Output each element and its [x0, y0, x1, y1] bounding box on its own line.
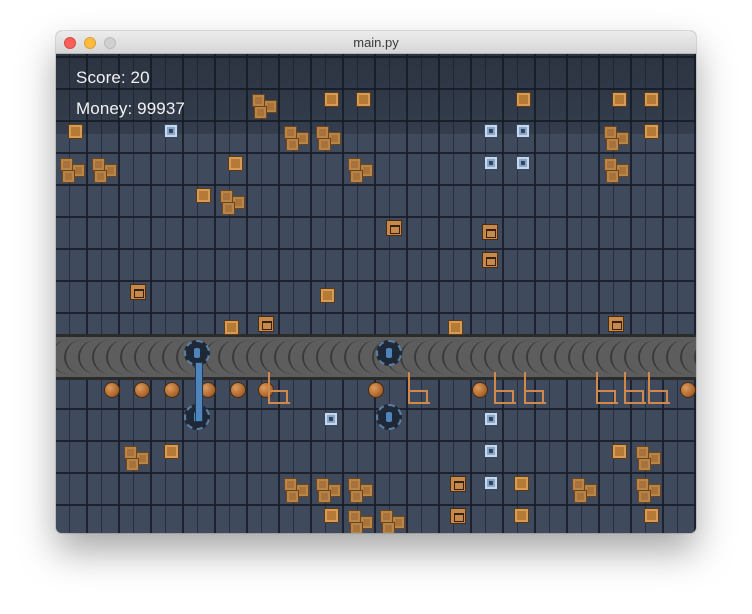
vault-icon — [484, 124, 498, 138]
crate-icon — [516, 92, 531, 107]
crate-icon — [164, 444, 179, 459]
ball-icon — [472, 382, 488, 398]
crate-icon — [644, 92, 659, 107]
stacked-crates-icon — [638, 490, 651, 503]
title-bar: main.py — [56, 31, 696, 54]
crate-icon — [324, 508, 339, 523]
turnstile-icon — [376, 340, 402, 366]
hud-background — [56, 54, 696, 134]
vault-icon — [484, 412, 498, 426]
crate-icon — [356, 92, 371, 107]
stacked-crates-icon — [350, 522, 363, 533]
chair-icon — [596, 372, 618, 404]
stacked-crates-icon — [62, 170, 75, 183]
bear-crate-icon — [130, 284, 146, 300]
vault-icon — [484, 156, 498, 170]
turnstile-icon — [195, 362, 203, 422]
crate-icon — [644, 508, 659, 523]
app-window: main.py Score: 20 Money: 99937 — [56, 31, 696, 533]
stacked-crates-icon — [574, 490, 587, 503]
crate-icon — [514, 508, 529, 523]
stacked-crates-icon — [286, 490, 299, 503]
vault-icon — [484, 444, 498, 458]
crate-icon — [196, 188, 211, 203]
ball-icon — [104, 382, 120, 398]
chair-icon — [524, 372, 546, 404]
vault-icon — [324, 412, 338, 426]
crate-icon — [68, 124, 83, 139]
vault-icon — [516, 156, 530, 170]
bear-crate-icon — [450, 508, 466, 524]
bear-crate-icon — [258, 316, 274, 332]
stacked-crates-icon — [638, 458, 651, 471]
bear-crate-icon — [482, 224, 498, 240]
stacked-crates-icon — [286, 138, 299, 151]
chair-icon — [408, 372, 430, 404]
vault-icon — [516, 124, 530, 138]
chair-icon — [648, 372, 670, 404]
stacked-crates-icon — [350, 490, 363, 503]
crate-icon — [320, 288, 335, 303]
crate-icon — [448, 320, 463, 335]
stacked-crates-icon — [126, 458, 139, 471]
ball-icon — [164, 382, 180, 398]
stacked-crates-icon — [606, 170, 619, 183]
crate-icon — [514, 476, 529, 491]
stacked-crates-icon — [222, 202, 235, 215]
chair-icon — [624, 372, 646, 404]
stacked-crates-icon — [606, 138, 619, 151]
crate-icon — [224, 320, 239, 335]
stacked-crates-icon — [382, 522, 395, 533]
turnstile-icon — [376, 404, 402, 430]
stacked-crates-icon — [318, 490, 331, 503]
chair-icon — [268, 372, 290, 404]
crate-icon — [612, 92, 627, 107]
chair-icon — [494, 372, 516, 404]
money-label: Money: 99937 — [76, 99, 185, 118]
crate-icon — [644, 124, 659, 139]
crate-icon — [324, 92, 339, 107]
vault-icon — [164, 124, 178, 138]
crate-icon — [612, 444, 627, 459]
ball-icon — [230, 382, 246, 398]
ball-icon — [368, 382, 384, 398]
stacked-crates-icon — [350, 170, 363, 183]
crate-icon — [228, 156, 243, 171]
stacked-crates-icon — [254, 106, 267, 119]
bear-crate-icon — [386, 220, 402, 236]
ball-icon — [134, 382, 150, 398]
vault-icon — [484, 476, 498, 490]
score-label: Score: 20 — [76, 68, 150, 87]
stacked-crates-icon — [94, 170, 107, 183]
window-title: main.py — [353, 35, 399, 50]
ball-icon — [680, 382, 696, 398]
game-canvas[interactable]: Score: 20 Money: 99937 — [56, 54, 696, 533]
stacked-crates-icon — [318, 138, 331, 151]
bear-crate-icon — [450, 476, 466, 492]
bear-crate-icon — [608, 316, 624, 332]
bear-crate-icon — [482, 252, 498, 268]
